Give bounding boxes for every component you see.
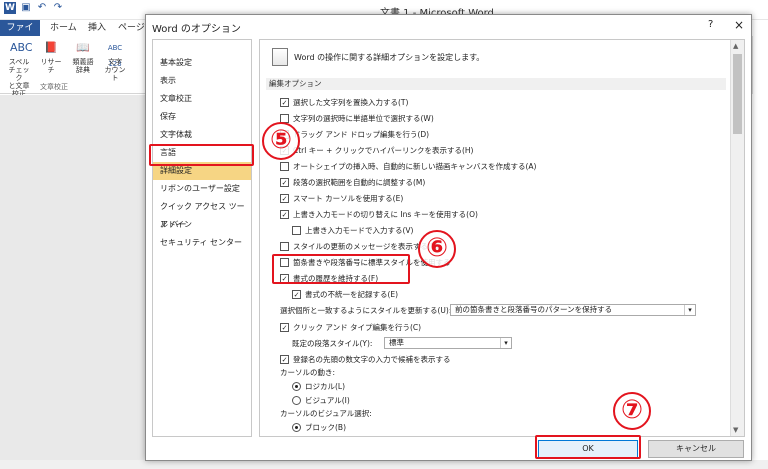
default-paragraph-select[interactable]: 標準 ▾: [384, 337, 512, 349]
abc-icon: ABC: [10, 41, 33, 54]
word-logo-icon: W: [4, 2, 16, 14]
nav-trust-center[interactable]: セキュリティ センター: [153, 234, 251, 252]
chevron-down-icon: ▾: [684, 305, 695, 315]
checkbox[interactable]: ✓: [292, 290, 301, 299]
step-7-marker: ⑦: [613, 392, 651, 430]
close-icon[interactable]: ×: [734, 18, 744, 32]
highlight-ok-button: [535, 435, 641, 459]
radio-block[interactable]: ブロック(B): [292, 421, 346, 434]
nav-quick-access[interactable]: クイック アクセス ツール バー: [153, 198, 251, 229]
tab-file[interactable]: ファイル: [0, 20, 40, 49]
checkbox[interactable]: ✓: [280, 178, 289, 187]
word-count-button[interactable]: ABC 123 文字 カウント: [102, 40, 128, 82]
option-smart-cursor[interactable]: ✓ スマート カーソルを使用する(E): [280, 192, 403, 205]
tab-insert[interactable]: 挿入: [82, 20, 112, 36]
quick-access-toolbar: W ▣ ↶ ↷: [4, 2, 64, 14]
nav-display[interactable]: 表示: [153, 72, 251, 90]
default-paragraph-label: 既定の段落スタイル(Y):: [292, 339, 373, 348]
cursor-move-label: カーソルの動き:: [280, 368, 336, 377]
nav-typography[interactable]: 文字体裁: [153, 126, 251, 144]
radio[interactable]: [292, 423, 301, 432]
document-area: [0, 95, 145, 460]
scroll-up-icon[interactable]: ▲: [733, 42, 738, 50]
document-options-icon: [272, 48, 288, 66]
option-format-inconsistency[interactable]: ✓ 書式の不統一を記録する(E): [292, 288, 398, 301]
style-update-label: 選択個所と一致するようにスタイルを更新する(U):: [280, 306, 452, 315]
ribbon: ABC スペル チェック と文章校正 📕 リサーチ 📖 類義語 辞典 ABC 123 文…: [0, 36, 145, 98]
options-nav: 基本設定 表示 文章校正 保存 文字体裁 言語 詳細設定 リボンのユーザー設定 …: [152, 39, 252, 437]
content-scrollbar[interactable]: ▲ ▼: [730, 40, 744, 436]
status-bar: [0, 460, 768, 469]
undo-icon[interactable]: ↶: [36, 2, 48, 14]
cursor-visual-label: カーソルのビジュアル選択:: [280, 409, 372, 418]
option-autocomplete[interactable]: ✓ 登録名の先頭の数文字の入力で候補を表示する: [280, 353, 451, 366]
thesaurus-button[interactable]: 📖 類義語 辞典: [70, 40, 96, 74]
radio[interactable]: [292, 396, 301, 405]
redo-icon[interactable]: ↷: [52, 2, 64, 14]
nav-proofing[interactable]: 文章校正: [153, 90, 251, 108]
option-replace-selection[interactable]: ✓ 選択した文字列を置換入力する(T): [280, 96, 408, 109]
highlight-format-options: [272, 254, 410, 284]
checkbox[interactable]: [280, 162, 289, 171]
checkbox[interactable]: ✓: [280, 355, 289, 364]
option-drag-drop[interactable]: ✓ドラッグ アンド ドロップ編集を行う(D): [280, 128, 429, 141]
step-5-marker: ⑤: [262, 122, 300, 160]
checkbox[interactable]: [280, 242, 289, 251]
radio-visual[interactable]: ビジュアル(I): [292, 394, 350, 407]
option-ins-key[interactable]: ✓ 上書き入力モードの切り替えに Ins キーを使用する(O): [280, 208, 478, 221]
nav-save[interactable]: 保存: [153, 108, 251, 126]
options-content: Word の操作に関する詳細オプションを設定します。 編集オプション ✓ 選択した…: [259, 39, 745, 437]
cancel-button[interactable]: キャンセル: [648, 440, 744, 458]
checkbox[interactable]: ✓: [280, 210, 289, 219]
content-header: Word の操作に関する詳細オプションを設定します。: [272, 48, 484, 66]
nav-basic[interactable]: 基本設定: [153, 54, 251, 72]
tab-home[interactable]: ホーム: [44, 20, 83, 36]
step-6-marker: ⑥: [418, 230, 456, 268]
highlight-advanced-nav: [149, 144, 254, 166]
ribbon-right-edge: [752, 36, 768, 94]
scroll-thumb[interactable]: [733, 54, 742, 134]
checkbox[interactable]: ✓: [280, 98, 289, 107]
nav-addins[interactable]: アドイン: [153, 216, 251, 234]
spell-check-button[interactable]: ABC スペル チェック と文章校正: [6, 40, 33, 98]
option-overtype[interactable]: 上書き入力モードで入力する(V): [292, 224, 413, 237]
section-edit-options: 編集オプション: [266, 78, 726, 90]
option-click-and-type[interactable]: ✓ クリック アンド タイプ編集を行う(C): [280, 321, 421, 334]
book-icon: 📕: [44, 41, 58, 54]
option-drawing-canvas[interactable]: オートシェイプの挿入時、自動的に新しい描画キャンバスを作成する(A): [280, 160, 536, 173]
radio-logical[interactable]: ロジカル(L): [292, 380, 345, 393]
research-button[interactable]: 📕 リサーチ: [38, 40, 64, 74]
help-icon[interactable]: ?: [708, 19, 713, 30]
style-update-select[interactable]: 前の箇条書きと段落番号のパターンを保持する ▾: [450, 304, 696, 316]
checkbox[interactable]: ✓: [280, 194, 289, 203]
nav-ribbon-customize[interactable]: リボンのユーザー設定: [153, 180, 251, 198]
thesaurus-icon: 📖: [76, 41, 90, 54]
chevron-down-icon: ▾: [500, 338, 511, 348]
ribbon-group-label: 文章校正: [40, 83, 68, 91]
save-icon[interactable]: ▣: [20, 2, 32, 14]
scroll-down-icon[interactable]: ▼: [733, 426, 738, 434]
checkbox[interactable]: ✓: [280, 323, 289, 332]
dialog-title: Word のオプション: [152, 24, 241, 35]
option-ctrl-click[interactable]: ✓Ctrl キー + クリックでハイパーリンクを表示する(H): [280, 144, 473, 157]
checkbox[interactable]: [292, 226, 301, 235]
abc-123-icon: ABC 123: [107, 44, 123, 68]
option-style-update-msg[interactable]: スタイルの更新のメッセージを表示する(Y): [280, 240, 438, 253]
radio[interactable]: [292, 382, 301, 391]
option-word-select[interactable]: 文字列の選択時に単語単位で選択する(W): [280, 112, 434, 125]
option-paragraph-select[interactable]: ✓ 段落の選択範囲を自動的に調整する(M): [280, 176, 425, 189]
